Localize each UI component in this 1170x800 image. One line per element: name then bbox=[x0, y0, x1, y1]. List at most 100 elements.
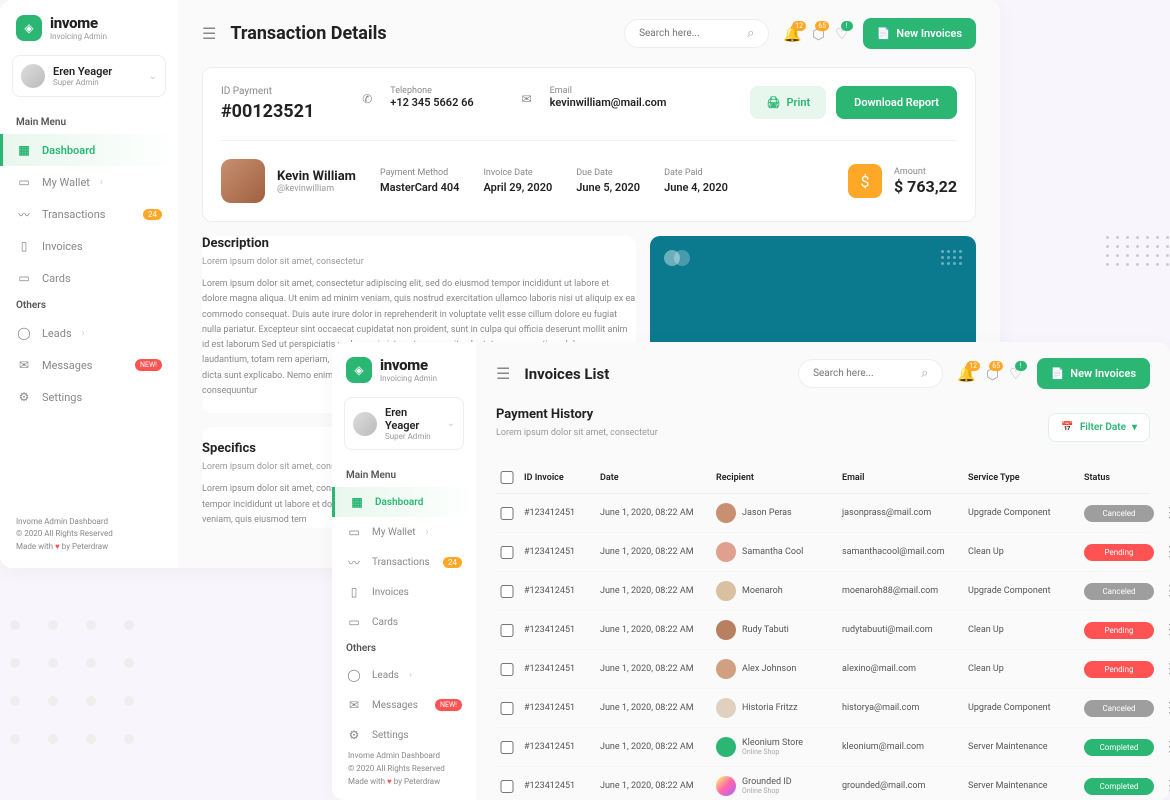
more-icon[interactable]: ⋮ bbox=[1160, 700, 1170, 716]
table-row[interactable]: #123412451 June 1, 2020, 08:22 AM Kleoni… bbox=[496, 728, 1150, 767]
user-card[interactable]: Eren Yeager Super Admin ⌄ bbox=[344, 397, 464, 450]
filter-date-button[interactable]: 📅Filter Date▾ bbox=[1048, 413, 1150, 442]
menu-section-main: Main Menu bbox=[332, 470, 476, 481]
count-badge: 24 bbox=[143, 209, 162, 220]
footer-line: by Peterdraw bbox=[60, 542, 108, 551]
table-row[interactable]: #123412451 June 1, 2020, 08:22 AM Moenar… bbox=[496, 572, 1150, 611]
row-checkbox[interactable] bbox=[496, 702, 518, 715]
notification-bell[interactable]: 🔔12 bbox=[783, 25, 802, 43]
row-checkbox[interactable] bbox=[496, 780, 518, 793]
cell-email: grounded@mail.com bbox=[842, 781, 962, 791]
sidebar-item-dashboard[interactable]: ▦Dashboard bbox=[0, 134, 178, 166]
sidebar-item-wallet[interactable]: ▭My Wallet› bbox=[332, 517, 476, 547]
logo[interactable]: ◈ invome Invoicing Admin bbox=[0, 14, 178, 41]
recipient-name: Historia Fritzz bbox=[742, 703, 798, 713]
hamburger-icon[interactable]: ☰ bbox=[202, 24, 216, 43]
cell-id: #123412451 bbox=[524, 625, 594, 635]
nav-label: Cards bbox=[42, 272, 71, 285]
sidebar-item-transactions[interactable]: 〰Transactions24 bbox=[0, 198, 178, 230]
cell-service: Clean Up bbox=[968, 664, 1078, 674]
sidebar-item-settings[interactable]: ⚙Settings bbox=[0, 381, 178, 413]
print-button[interactable]: 🖨Print bbox=[750, 86, 826, 119]
sidebar-item-invoices[interactable]: ▯Invoices bbox=[0, 230, 178, 262]
notification-bell[interactable]: 🔔12 bbox=[957, 365, 976, 383]
sidebar-footer: Invome Admin Dashboard © 2020 All Rights… bbox=[332, 750, 476, 788]
payment-card: ID Payment #00123521 ✆ Telephone+12 345 … bbox=[202, 67, 976, 222]
new-badge: NEW! bbox=[135, 359, 162, 371]
sidebar-item-settings[interactable]: ⚙Settings bbox=[332, 720, 476, 750]
sidebar-item-transactions[interactable]: 〰Transactions24 bbox=[332, 547, 476, 577]
table-row[interactable]: #123412451 June 1, 2020, 08:22 AM Ground… bbox=[496, 767, 1150, 800]
sidebar-item-invoices[interactable]: ▯Invoices bbox=[332, 577, 476, 607]
notification-bag[interactable]: ♡! bbox=[835, 25, 848, 43]
nav-label: Messages bbox=[42, 359, 92, 372]
row-checkbox[interactable] bbox=[496, 585, 518, 598]
user-card[interactable]: Eren Yeager Super Admin ⌄ bbox=[12, 55, 166, 97]
table-row[interactable]: #123412451 June 1, 2020, 08:22 AM Alex J… bbox=[496, 650, 1150, 689]
cell-email: rudytabuuti@mail.com bbox=[842, 625, 962, 635]
table-row[interactable]: #123412451 June 1, 2020, 08:22 AM Samant… bbox=[496, 533, 1150, 572]
more-icon[interactable]: ⋮ bbox=[1160, 583, 1170, 599]
more-icon[interactable]: ⋮ bbox=[1160, 505, 1170, 521]
status-badge: Completed bbox=[1084, 778, 1154, 795]
sidebar-item-messages[interactable]: ✉MessagesNEW! bbox=[332, 690, 476, 720]
cell-service: Upgrade Component bbox=[968, 508, 1078, 518]
new-invoice-button[interactable]: 📄New Invoices bbox=[1037, 358, 1150, 389]
cell-date: June 1, 2020, 08:22 AM bbox=[600, 586, 710, 596]
search-icon[interactable]: ⌕ bbox=[747, 26, 754, 41]
row-checkbox[interactable] bbox=[496, 663, 518, 676]
more-icon[interactable]: ⋮ bbox=[1160, 544, 1170, 560]
notification-bag[interactable]: ♡! bbox=[1009, 365, 1022, 383]
more-icon[interactable]: ⋮ bbox=[1160, 739, 1170, 755]
logo-title: invome bbox=[380, 356, 437, 374]
logo[interactable]: ◈ invome Invoicing Admin bbox=[332, 356, 476, 383]
recipient-sub: Online Shop bbox=[742, 787, 792, 795]
more-icon[interactable]: ⋮ bbox=[1160, 661, 1170, 677]
footer-line: by Peterdraw bbox=[392, 777, 440, 786]
invoice-date-value: April 29, 2020 bbox=[483, 181, 552, 194]
more-icon[interactable]: ⋮ bbox=[1160, 622, 1170, 638]
row-checkbox[interactable] bbox=[496, 546, 518, 559]
email-value: kevinwilliam@mail.com bbox=[550, 96, 667, 109]
download-report-button[interactable]: Download Report bbox=[836, 86, 957, 119]
notification-gift[interactable]: ⬡65 bbox=[812, 25, 825, 43]
search-input[interactable] bbox=[639, 28, 739, 39]
cell-id: #123412451 bbox=[524, 781, 594, 791]
table-row[interactable]: #123412451 June 1, 2020, 08:22 AM Jason … bbox=[496, 494, 1150, 533]
card-icon: ▭ bbox=[16, 270, 32, 286]
row-checkbox[interactable] bbox=[496, 507, 518, 520]
amount-label: Amount bbox=[894, 167, 957, 177]
sidebar-item-cards[interactable]: ▭ Cards bbox=[0, 262, 178, 294]
sidebar-item-wallet[interactable]: ▭My Wallet› bbox=[0, 166, 178, 198]
nav-label: Leads bbox=[372, 670, 399, 681]
footer-line: Invome Admin Dashboard bbox=[348, 750, 460, 763]
logo-subtitle: Invoicing Admin bbox=[50, 32, 107, 41]
recipient-avatar bbox=[716, 620, 736, 640]
sidebar-item-messages[interactable]: ✉MessagesNEW! bbox=[0, 349, 178, 381]
notification-gift[interactable]: ⬡65 bbox=[986, 365, 999, 383]
cell-service: Upgrade Component bbox=[968, 703, 1078, 713]
nav-label: Leads bbox=[42, 327, 72, 340]
new-invoice-button[interactable]: 📄New Invoices bbox=[863, 18, 976, 49]
search-icon[interactable]: ⌕ bbox=[921, 366, 928, 381]
row-checkbox[interactable] bbox=[496, 624, 518, 637]
sidebar-item-dashboard[interactable]: ▦Dashboard bbox=[332, 487, 476, 517]
hamburger-icon[interactable]: ☰ bbox=[496, 364, 510, 383]
cell-id: #123412451 bbox=[524, 664, 594, 674]
customer-avatar bbox=[221, 159, 265, 203]
search-input[interactable] bbox=[813, 368, 913, 379]
select-all-checkbox[interactable] bbox=[496, 471, 518, 484]
sidebar-item-cards[interactable]: ▭Cards bbox=[332, 607, 476, 637]
decorative-circles bbox=[10, 620, 134, 744]
table-row[interactable]: #123412451 June 1, 2020, 08:22 AM Rudy T… bbox=[496, 611, 1150, 650]
row-checkbox[interactable] bbox=[496, 741, 518, 754]
search-box[interactable]: ⌕ bbox=[624, 19, 769, 48]
badge: 65 bbox=[989, 361, 1003, 371]
table-row[interactable]: #123412451 June 1, 2020, 08:22 AM Histor… bbox=[496, 689, 1150, 728]
status-badge: Pending bbox=[1084, 544, 1154, 561]
col-service: Service Type bbox=[968, 473, 1078, 483]
more-icon[interactable]: ⋮ bbox=[1160, 778, 1170, 794]
search-box[interactable]: ⌕ bbox=[798, 359, 943, 388]
sidebar-item-leads[interactable]: ◯Leads› bbox=[0, 317, 178, 349]
sidebar-item-leads[interactable]: ◯Leads› bbox=[332, 660, 476, 690]
